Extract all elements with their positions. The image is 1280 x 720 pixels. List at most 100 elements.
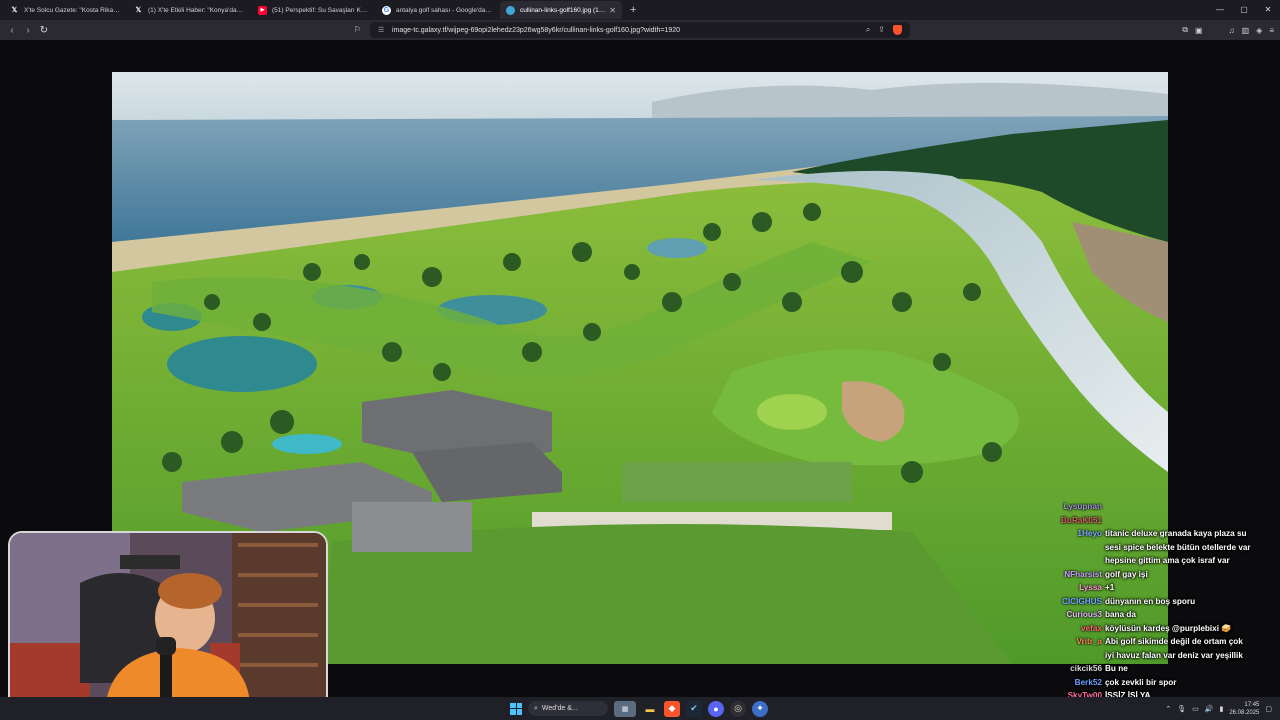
taskbar-search[interactable]: ⌕ Wed'de &... — [528, 701, 608, 716]
app-icon[interactable]: ✦ — [752, 700, 768, 717]
tab-title: X'te Solcu Gazete: "Kosta Rika'da tu — [24, 6, 120, 14]
tab-title: antalya golf sahası - Google'da Ara — [396, 6, 492, 14]
battery-icon[interactable]: ▮ — [1219, 705, 1223, 713]
navigation-bar: ‹ › ↻ ⚐ ☰ image-tc.galaxy.tf/wijpeg-69op… — [0, 20, 1280, 40]
brave-browser-icon[interactable]: ◆ — [664, 700, 680, 717]
tab-strip: 𝕏 X'te Solcu Gazete: "Kosta Rika'da tu 𝕏… — [0, 0, 1280, 20]
music-icon[interactable]: ♫ — [1229, 26, 1235, 35]
tab-1[interactable]: 𝕏 (1) X'te Etkili Haber: "Konya'daki Bey — [128, 1, 250, 19]
window-controls: — ▢ ✕ — [1208, 0, 1280, 20]
extensions-icon[interactable]: ⧉ — [1182, 25, 1188, 35]
chat-username[interactable]: CICIGHUS — [1020, 595, 1105, 609]
chat-text: sesi spice belekte bütün otellerde var — [1105, 542, 1251, 552]
streamer-illustration — [10, 533, 326, 709]
tab-4-active[interactable]: cullinan-links-golf160.jpg (1920 ✕ — [500, 1, 622, 19]
clock[interactable]: 17:45 26.08.2025 — [1229, 701, 1259, 717]
tab-3[interactable]: G antalya golf sahası - Google'da Ara — [376, 1, 498, 19]
google-icon: G — [382, 5, 391, 15]
chat-username[interactable] — [1020, 554, 1105, 568]
zoom-icon[interactable]: ⌕ — [866, 25, 870, 35]
image-icon — [506, 5, 515, 15]
network-icon[interactable]: ▭ — [1192, 705, 1199, 713]
chat-message: Berk52 çok zevkli bir spor — [1020, 676, 1280, 690]
new-tab-button[interactable]: + — [630, 4, 636, 16]
chat-text: golf gay işi — [1105, 569, 1148, 579]
search-icon: ⌕ — [534, 704, 538, 712]
system-tray: ⌃ 🎙 ▭ 🔊 ▮ 17:45 26.08.2025 ▢ — [1165, 697, 1272, 720]
vpn-icon[interactable]: ◈ — [1256, 26, 1262, 35]
chat-username[interactable]: BuRaK051 — [1020, 514, 1105, 528]
windows-taskbar: ⌕ Wed'de &... ▦ ▬ ◆ ✔ ● ◎ ✦ ⌃ 🎙 ▭ 🔊 ▮ 17… — [0, 697, 1280, 720]
file-explorer-icon[interactable]: ▬ — [642, 701, 658, 717]
chat-text: Bu ne — [1105, 664, 1128, 673]
obs-icon[interactable]: ◎ — [730, 700, 746, 717]
notification-icon[interactable]: ▢ — [1265, 705, 1272, 713]
taskbar-apps: ⌕ Wed'de &... ▦ ▬ ◆ ✔ ● ◎ ✦ — [510, 697, 768, 720]
chat-username[interactable]: cikcik56 — [1020, 662, 1105, 676]
x-logo-icon: 𝕏 — [135, 7, 142, 14]
chat-text: hepsine gittim ama çok israf var — [1105, 556, 1230, 565]
back-arrow-icon[interactable]: ‹ — [4, 25, 20, 36]
clock-date: 26.08.2025 — [1229, 709, 1260, 716]
sidebar-icon[interactable]: ▥ — [1242, 26, 1250, 35]
chat-text: bana da — [1105, 610, 1136, 619]
chat-text: iyi havuz falan var deniz var yeşillik — [1105, 650, 1243, 660]
chat-username[interactable]: 1Heyo — [1020, 527, 1105, 541]
volume-icon[interactable]: 🔊 — [1205, 705, 1214, 713]
chat-message: BuRaK051 — [1020, 514, 1280, 528]
bookmark-icon[interactable]: ⚐ — [354, 25, 361, 34]
chat-message: vefax köylüsün kardeş @purplebixi 🥪 — [1020, 622, 1280, 636]
reload-icon[interactable]: ↻ — [36, 25, 52, 36]
chat-message: cikcik56 Bu ne — [1020, 662, 1280, 676]
chat-username[interactable]: Curious3 — [1020, 608, 1105, 622]
chat-text: titanic deluxe granada kaya plaza su — [1105, 529, 1247, 538]
chat-username[interactable]: Berk52 — [1020, 676, 1105, 690]
chat-text: dünyanın en boş sporu — [1105, 596, 1196, 606]
url-text: image-tc.galaxy.tf/wijpeg-69opi2lehedz23… — [392, 26, 681, 34]
brave-shield-icon[interactable] — [893, 25, 902, 35]
chat-message: iyi havuz falan var deniz var yeşillik — [1020, 649, 1280, 663]
chat-message: sesi spice belekte bütün otellerde var — [1020, 541, 1280, 555]
tab-0[interactable]: 𝕏 X'te Solcu Gazete: "Kosta Rika'da tu — [4, 1, 126, 19]
tab-title: cullinan-links-golf160.jpg (1920 — [520, 6, 606, 14]
stream-chat: Lysupnan BuRaK051 1Heyo titanic deluxe gran… — [1020, 500, 1280, 716]
steam-icon[interactable]: ✔ — [686, 700, 702, 717]
menu-icon[interactable]: ≡ — [1269, 26, 1274, 35]
tab-2[interactable]: ▶ (51) Perspektif: Su Savaşları Kapıda! — [252, 1, 374, 19]
chat-text: köylüsün kardeş @purplebixi 🥪 — [1105, 623, 1232, 633]
chat-username[interactable]: Lyssa — [1020, 581, 1105, 595]
windows-start-icon[interactable] — [510, 702, 522, 715]
chat-username[interactable]: Vritr_a — [1020, 635, 1105, 649]
close-window-button[interactable]: ✕ — [1256, 0, 1280, 20]
chat-message: Vritr_a Abi golf sikimde değil de ortam ç… — [1020, 635, 1280, 649]
chat-username[interactable]: Lysupnan — [1020, 500, 1105, 514]
chat-message: Lyssa +1 — [1020, 581, 1280, 595]
minimize-button[interactable]: — — [1208, 0, 1232, 20]
wallet-icon[interactable]: ▣ — [1195, 26, 1203, 35]
maximize-button[interactable]: ▢ — [1232, 0, 1256, 20]
widgets-icon[interactable]: ▦ — [614, 700, 636, 717]
search-placeholder: Wed'de &... — [541, 705, 578, 712]
discord-icon[interactable]: ● — [708, 700, 724, 717]
chat-message: Lysupnan — [1020, 500, 1280, 514]
address-bar[interactable]: ☰ image-tc.galaxy.tf/wijpeg-69opi2lehedz… — [370, 22, 910, 38]
chat-username[interactable] — [1020, 541, 1105, 555]
chat-username[interactable] — [1020, 649, 1105, 663]
toolbar-right: ⧉ ▣ ♫ ▥ ◈ ≡ — [1182, 20, 1274, 40]
chat-username[interactable]: vefax — [1020, 622, 1105, 636]
tab-title: (1) X'te Etkili Haber: "Konya'daki Bey — [148, 6, 244, 14]
clock-time: 17:45 — [1244, 701, 1260, 708]
chat-text: +1 — [1105, 583, 1115, 592]
chat-text: çok zevkli bir spor — [1105, 677, 1177, 687]
youtube-icon: ▶ — [258, 5, 267, 15]
microphone-icon[interactable]: 🎙 — [1177, 705, 1186, 713]
chat-message: hepsine gittim ama çok israf var — [1020, 554, 1280, 568]
forward-arrow-icon[interactable]: › — [20, 25, 36, 36]
site-info-icon[interactable]: ☰ — [378, 26, 386, 34]
share-icon[interactable]: ⇪ — [878, 25, 885, 35]
close-tab-icon[interactable]: ✕ — [609, 6, 616, 15]
x-logo-icon: 𝕏 — [11, 7, 18, 14]
chat-username[interactable]: NFharsist — [1020, 568, 1105, 582]
chevron-up-icon[interactable]: ⌃ — [1165, 705, 1171, 713]
webcam-overlay — [8, 531, 328, 711]
